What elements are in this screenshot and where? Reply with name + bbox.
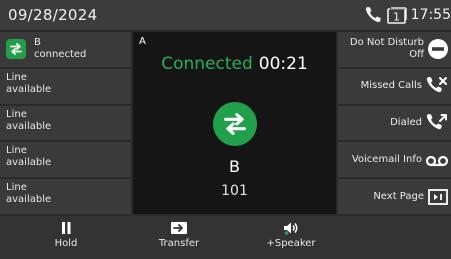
dialed-button[interactable]: Dialed [338,105,451,141]
line-key-status: available [6,194,52,206]
pause-icon [62,222,71,234]
transfer-arrows-icon [224,113,246,135]
missed-calls-label: Missed Calls [360,80,422,92]
call-pane-label: A [139,36,146,47]
contact-name: B [229,157,240,176]
line-key-4[interactable]: Line available [0,142,131,178]
line-key-name: B [34,37,41,49]
line-key-status: available [6,157,52,169]
speaker-button[interactable]: +Speaker [251,216,331,259]
line-key-3[interactable]: Line available [0,105,131,141]
dnd-label: Do Not Disturb [349,37,424,49]
feature-key-column: Do Not Disturb Off Missed Calls Dialed V… [338,32,451,214]
call-status-line: Connected 00:21 [133,54,336,74]
next-page-button[interactable]: Next Page [338,179,451,214]
svg-text:1: 1 [393,11,400,24]
voicemail-icon [425,155,449,166]
dialed-call-icon [426,113,447,130]
next-page-label: Next Page [373,190,424,202]
line-key-name: Line [6,108,27,120]
dnd-state: Off [409,49,424,61]
softkey-bar: Hold Transfer +Speaker [0,216,451,259]
line-key-status: available [6,83,52,95]
transfer-arrows-icon [6,39,26,60]
hold-label: Hold [54,238,78,249]
speaker-icon [284,222,298,235]
speaker-label: +Speaker [266,238,316,249]
next-page-icon [428,188,448,205]
line-key-status: connected [34,49,87,61]
call-timer: 00:21 [258,54,308,74]
do-not-disturb-icon [428,39,448,60]
hold-button[interactable]: Hold [26,216,106,259]
line-key-5[interactable]: Line available [0,179,131,214]
contact-number: 101 [221,183,248,199]
dialed-label: Dialed [390,116,422,128]
status-bar: 09/28/2024 1 17:55 [0,0,451,30]
voicemail-info-button[interactable]: Voicemail Info [338,142,451,178]
transfer-icon [171,222,187,234]
line-key-2[interactable]: Line available [0,68,131,104]
missed-call-icon [426,77,447,93]
phone-icon [365,7,381,23]
voicemail-info-label: Voicemail Info [351,153,422,165]
line-key-active-call[interactable]: B connected [0,32,131,67]
line-key-column: B connected Line available Line availabl… [0,32,131,214]
call-avatar [213,102,257,146]
clock: 17:55 [410,7,451,23]
line-key-name: Line [6,71,27,83]
missed-calls-button[interactable]: Missed Calls [338,68,451,104]
date-display: 09/28/2024 [8,6,98,24]
transfer-label: Transfer [158,238,200,249]
do-not-disturb-button[interactable]: Do Not Disturb Off [338,32,451,67]
status-indicators: 1 17:55 [363,4,451,26]
voicemail-count-icon: 1 [386,6,407,24]
line-key-name: Line [6,145,27,157]
line-key-name: Line [6,182,27,194]
call-state: Connected [161,54,253,74]
line-key-status: available [6,120,52,132]
transfer-button[interactable]: Transfer [139,216,219,259]
call-panel: A Connected 00:21 B 101 [133,32,336,214]
